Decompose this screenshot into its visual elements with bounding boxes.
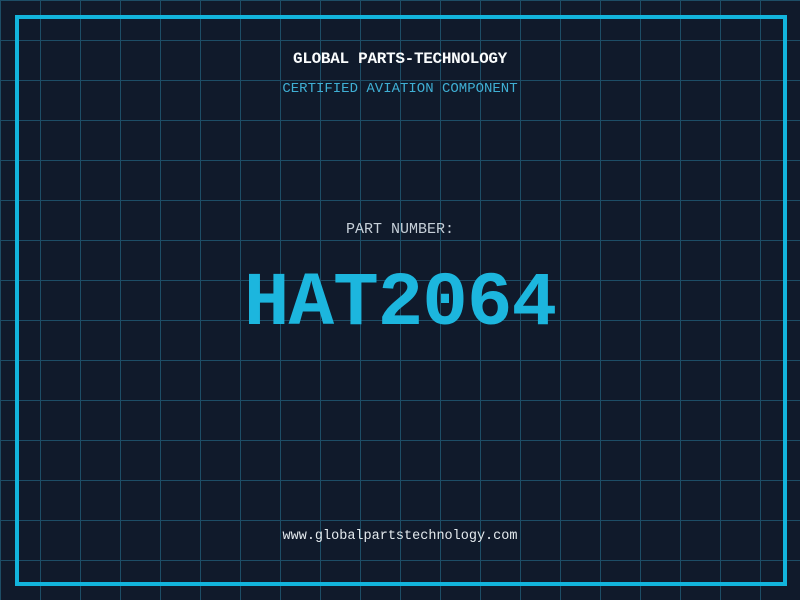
company-name: GLOBAL PARTS-TECHNOLOGY (293, 50, 507, 68)
website-url: www.globalpartstechnology.com (282, 529, 518, 544)
certification-line: CERTIFIED AVIATION COMPONENT (282, 81, 518, 97)
part-number-label: PART NUMBER: (345, 221, 455, 238)
part-number-value: HAT2064 (243, 261, 557, 347)
part-label-card: { "label": { "company_name": "GLOBAL PAR… (0, 0, 800, 600)
